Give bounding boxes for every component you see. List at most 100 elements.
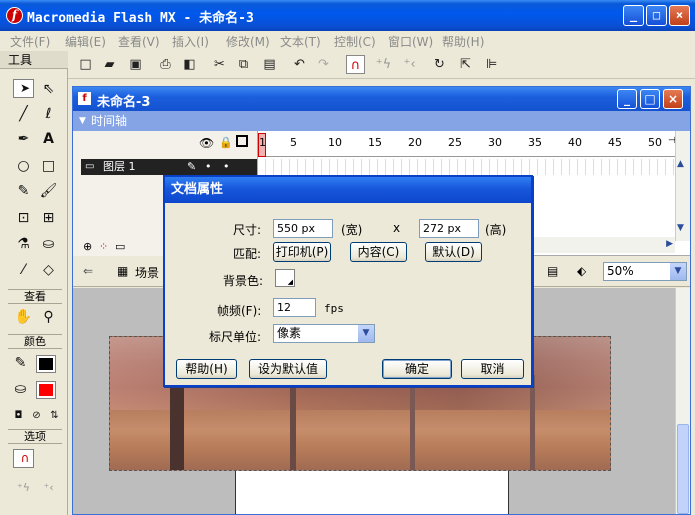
brush-tool-icon[interactable]: 🖌	[38, 181, 59, 202]
new-icon[interactable]: □	[76, 55, 95, 74]
layer-row[interactable]: ▭ 图层 1 ✎ • •	[81, 159, 257, 175]
straighten-icon[interactable]: ⁺‹	[400, 55, 419, 74]
menu-edit[interactable]: 编辑(E)	[65, 33, 106, 50]
edit-symbol-icon[interactable]: ⬖	[577, 264, 586, 278]
doc-minimize-button[interactable]: _	[617, 89, 637, 109]
timeline-horizontal-scrollbar[interactable]: ▶	[532, 237, 675, 253]
maximize-button[interactable]: □	[646, 5, 667, 26]
eye-icon[interactable]: 👁	[199, 136, 214, 150]
main-toolbar: □ ▰ ▣ ⎙ ◧ ✂ ⧉ ▤ ↶ ↷ ∩ ⁺ϟ ⁺‹ ↻ ⇱ ⊫	[68, 51, 695, 79]
add-folder-icon[interactable]: ▭	[115, 240, 125, 253]
menu-text[interactable]: 文本(T)	[280, 33, 321, 50]
pen-tool-icon[interactable]: ✒	[13, 129, 34, 150]
scene-label[interactable]: 场景	[135, 264, 159, 281]
zoom-tool-icon[interactable]: ⚲	[38, 307, 59, 328]
frame-rate-input[interactable]: 12	[273, 298, 316, 317]
smooth-icon[interactable]: ⁺ϟ	[374, 55, 393, 74]
stroke-color-swatch[interactable]	[36, 355, 56, 373]
menu-view[interactable]: 查看(V)	[118, 33, 160, 50]
ink-bottle-tool-icon[interactable]: ⚗	[13, 234, 34, 255]
stage-vertical-scrollbar[interactable]	[675, 288, 690, 514]
frame-ruler[interactable]: 1 5 10 15 20 25 30 35 40 45 50 ⊣	[258, 131, 676, 157]
lock-icon[interactable]: 🔒	[219, 136, 233, 149]
line-tool-icon[interactable]: ╱	[13, 104, 34, 125]
subselect-tool-icon[interactable]: ⇖	[38, 79, 59, 100]
print-preview-icon[interactable]: ◧	[180, 55, 199, 74]
undo-icon[interactable]: ↶	[290, 55, 309, 74]
menu-help[interactable]: 帮助(H)	[442, 33, 484, 50]
edit-scene-icon[interactable]: ▤	[547, 264, 558, 278]
doc-close-button[interactable]: ×	[663, 89, 683, 109]
eraser-tool-icon[interactable]: ◇	[38, 260, 59, 281]
zoom-select[interactable]: 50% ▼	[603, 262, 687, 281]
background-color-swatch[interactable]: ◢	[275, 269, 295, 287]
menu-window[interactable]: 窗口(W)	[388, 33, 433, 50]
fill-color-swatch[interactable]	[36, 381, 56, 399]
width-input[interactable]: 550 px	[273, 219, 333, 238]
menu-insert[interactable]: 插入(I)	[172, 33, 209, 50]
scroll-thumb[interactable]	[677, 424, 689, 514]
snap-magnet-icon[interactable]: ∩	[346, 55, 365, 74]
eyedropper-tool-icon[interactable]: ⁄	[13, 260, 34, 281]
menu-file[interactable]: 文件(F)	[10, 33, 50, 50]
outline-icon[interactable]	[236, 135, 248, 147]
doc-maximize-button[interactable]: □	[640, 89, 660, 109]
timeline-vertical-scrollbar[interactable]: ▲ ▼	[675, 131, 690, 241]
menu-control[interactable]: 控制(C)	[334, 33, 376, 50]
hand-tool-icon[interactable]: ✋	[13, 307, 34, 328]
chevron-down-icon[interactable]: ▼	[358, 325, 374, 342]
redo-icon[interactable]: ↷	[314, 55, 333, 74]
rectangle-tool-icon[interactable]: □	[38, 156, 59, 177]
paint-bucket-tool-icon[interactable]: ⛀	[38, 234, 59, 255]
default-button[interactable]: 默认(D)	[425, 242, 482, 262]
oval-tool-icon[interactable]: ○	[13, 156, 34, 177]
open-icon[interactable]: ▰	[100, 55, 119, 74]
print-icon[interactable]: ⎙	[156, 55, 175, 74]
height-input[interactable]: 272 px	[419, 219, 479, 238]
cancel-button[interactable]: 取消	[461, 359, 524, 379]
snap-option-icon[interactable]: ∩	[13, 449, 34, 468]
frame-number: 40	[568, 136, 582, 149]
copy-icon[interactable]: ⧉	[234, 55, 253, 74]
ruler-units-value: 像素	[277, 326, 302, 340]
back-arrow-icon[interactable]: ⇐	[83, 264, 93, 278]
free-transform-tool-icon[interactable]: ⊡	[13, 208, 34, 229]
pencil-tool-icon[interactable]: ✎	[13, 181, 34, 202]
save-icon[interactable]: ▣	[126, 55, 145, 74]
printer-button[interactable]: 打印机(P)	[273, 242, 331, 262]
add-guide-layer-icon[interactable]: ⁘	[99, 240, 108, 253]
minimize-button[interactable]: _	[623, 5, 644, 26]
rotate-icon[interactable]: ↻	[430, 55, 449, 74]
scroll-up-icon[interactable]: ▲	[677, 159, 684, 169]
cut-icon[interactable]: ✂	[210, 55, 229, 74]
align-icon[interactable]: ⊫	[482, 55, 501, 74]
scroll-right-icon[interactable]: ▶	[666, 239, 673, 249]
scroll-down-icon[interactable]: ▼	[677, 223, 684, 233]
contents-button[interactable]: 内容(C)	[350, 242, 407, 262]
layer-lock-dot[interactable]: •	[223, 159, 230, 175]
straighten-option-icon[interactable]: ⁺‹	[38, 477, 59, 498]
fill-transform-tool-icon[interactable]: ⊞	[38, 208, 59, 229]
ok-button[interactable]: 确定	[382, 359, 452, 379]
arrow-tool-icon[interactable]: ➤	[13, 79, 34, 98]
frame-cells[interactable]	[258, 159, 675, 175]
close-button[interactable]: ×	[669, 5, 690, 26]
timeline-header[interactable]: ▼ 时间轴	[73, 111, 690, 131]
text-tool-icon[interactable]: A	[38, 129, 59, 150]
swap-colors-icon[interactable]: ⇅	[44, 405, 65, 426]
paste-icon[interactable]: ▤	[260, 55, 279, 74]
menu-modify[interactable]: 修改(M)	[226, 33, 270, 50]
times-label: x	[393, 221, 401, 235]
make-default-button[interactable]: 设为默认值	[249, 359, 327, 379]
help-button[interactable]: 帮助(H)	[176, 359, 237, 379]
smooth-option-icon[interactable]: ⁺ϟ	[13, 477, 34, 498]
frame-number: 50	[648, 136, 662, 149]
scale-icon[interactable]: ⇱	[456, 55, 475, 74]
add-layer-icon[interactable]: ⊕	[83, 240, 92, 253]
layer-visible-dot[interactable]: •	[205, 159, 212, 175]
chevron-down-icon[interactable]: ▼	[670, 263, 686, 280]
timeline-collapse-icon[interactable]: ▼	[79, 111, 86, 131]
ruler-units-select[interactable]: 像素 ▼	[273, 324, 375, 343]
lasso-tool-icon[interactable]: ℓ	[38, 104, 59, 125]
app-title: Macromedia Flash MX - 未命名-3	[27, 11, 254, 26]
